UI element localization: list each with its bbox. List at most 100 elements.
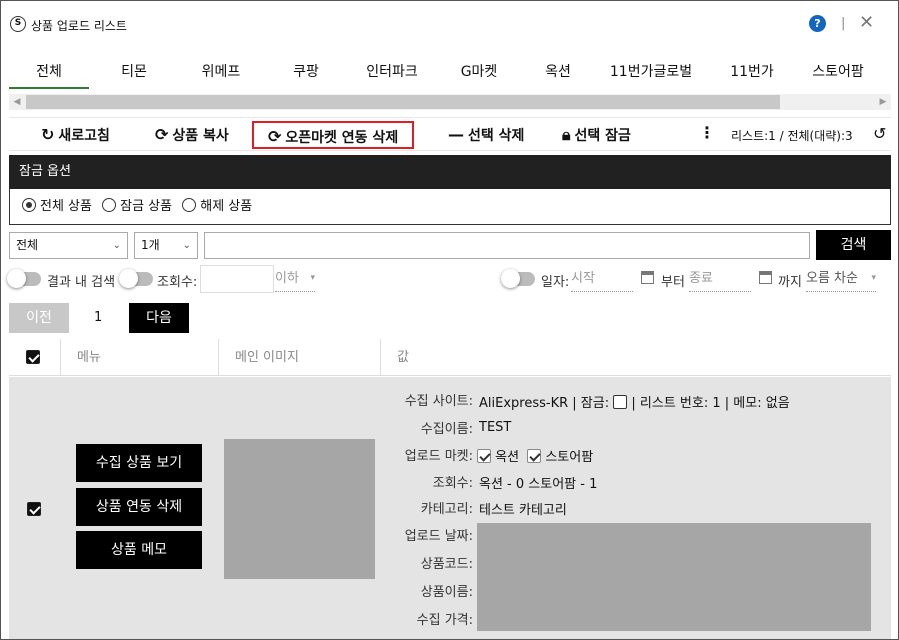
minus-icon: — [448, 125, 464, 144]
next-page-button[interactable]: 다음 [129, 303, 189, 333]
lock-options-group: 전체 상품 잠금 상품 해제 상품 [9, 189, 891, 225]
column-value: 값 [380, 339, 891, 376]
tab-interpark[interactable]: 인터파크 [349, 57, 435, 89]
market-storefarm: 스토어팜 [545, 450, 594, 465]
site-info: AliExpress-KR | 잠금: | 리스트 번호: 1 | 메모: 없음 [479, 392, 790, 411]
select-delete-button[interactable]: — 선택 삭제 [448, 121, 524, 149]
site-label: 수집 사이트: [404, 394, 473, 409]
start-date-input[interactable]: 시작 [571, 270, 633, 292]
chevron-down-icon: ⌄ [112, 240, 121, 251]
tab-all[interactable]: 전체 [9, 57, 89, 89]
table-header: 메뉴 메인 이미지 값 [9, 339, 891, 376]
table-row: 수집 상품 보기 상품 연동 삭제 상품 메모 수집 사이트: 수집이름: 업로… [9, 377, 891, 639]
tab-auction[interactable]: 옥션 [523, 57, 593, 89]
below-select[interactable]: 이하 ▾ [275, 270, 315, 292]
refresh-icon: ↻ [41, 125, 55, 144]
delete-product-link-button[interactable]: 상품 연동 삭제 [76, 488, 202, 526]
select-all-checkbox[interactable] [26, 350, 40, 366]
tab-storefarm[interactable]: 스토어팜 [795, 57, 881, 89]
radio-label: 해제 상품 [200, 199, 253, 214]
radio-selected-icon [22, 198, 36, 212]
scroll-left-icon[interactable]: ◀ [9, 94, 25, 110]
market-values: 옥션 스토어팜 [477, 446, 593, 465]
window-title: 상품 업로드 리스트 [31, 19, 127, 33]
market-label: 업로드 마켓: [404, 449, 473, 464]
detail-image [477, 523, 871, 631]
search-button[interactable]: 검색 [816, 230, 891, 260]
tab-coupang[interactable]: 쿠팡 [263, 57, 349, 89]
views-toggle[interactable] [119, 269, 153, 288]
category-select[interactable]: 전체 ⌄ [9, 232, 128, 259]
memo-value: 없음 [765, 396, 790, 411]
views-input[interactable] [200, 265, 274, 293]
radio-unlocked-products[interactable]: 해제 상품 [182, 198, 253, 214]
product-code-label: 상품코드: [420, 557, 473, 572]
help-icon[interactable]: ? [809, 15, 826, 32]
tab-wemakeprice[interactable]: 위메프 [179, 57, 263, 89]
prev-page-button[interactable]: 이전 [9, 303, 69, 333]
auction-checkbox[interactable] [477, 449, 491, 463]
radio-label: 잠금 상품 [120, 199, 173, 214]
app-window: S 상품 업로드 리스트 ? | ✕ 전체 티몬 위메프 쿠팡 인터파크 G마켓… [0, 0, 899, 640]
calendar-icon[interactable] [759, 271, 772, 284]
sort-select[interactable]: 오름 차순 ▾ [806, 270, 876, 292]
refresh-button[interactable]: ↻ 새로고침 [41, 121, 110, 149]
tab-tmon[interactable]: 티몬 [89, 57, 179, 89]
separator: | [631, 396, 640, 411]
current-page: 1 [94, 310, 103, 325]
radio-locked-products[interactable]: 잠금 상품 [102, 198, 173, 214]
market-tabs: 전체 티몬 위메프 쿠팡 인터파크 G마켓 옥션 11번가글로벌 11번가 스토… [9, 57, 891, 89]
radio-all-products[interactable]: 전체 상품 [22, 198, 92, 214]
copy-product-label: 상품 복사 [172, 128, 229, 144]
storefarm-checkbox[interactable] [527, 449, 542, 463]
end-date-input[interactable]: 종료 [689, 270, 751, 292]
title-bar: S 상품 업로드 리스트 ? | ✕ [1, 1, 898, 47]
category-select-value: 전체 [16, 238, 39, 252]
view-collected-product-button[interactable]: 수집 상품 보기 [76, 444, 202, 482]
tab-11st-global[interactable]: 11번가글로벌 [593, 57, 709, 89]
category-value: 테스트 카테고리 [479, 503, 567, 518]
below-label: 이하 [275, 271, 299, 286]
lock-icon: 🔒︎ [562, 125, 571, 144]
select-lock-button[interactable]: 🔒︎ 선택 잠금 [562, 121, 631, 149]
lock-checkbox[interactable] [613, 395, 628, 409]
market-auction: 옥션 [495, 450, 520, 465]
radio-icon [182, 198, 197, 212]
radio-label: 전체 상품 [40, 199, 92, 214]
openmarket-delete-label: 오픈마켓 연동 삭제 [285, 130, 399, 146]
checkbox-checked-icon [27, 502, 41, 516]
row-checkbox[interactable] [27, 502, 41, 518]
lock-options-header: 잠금 옵션 [9, 155, 891, 189]
list-number-label: 리스트 번호: [639, 396, 709, 411]
views-count-value: 옥션 - 0 스토어팜 - 1 [479, 477, 598, 492]
search-input[interactable] [204, 232, 810, 259]
from-label: 부터 [661, 275, 685, 290]
product-memo-button[interactable]: 상품 메모 [76, 531, 202, 569]
within-results-toggle[interactable] [7, 269, 41, 288]
close-icon[interactable]: ✕ [859, 12, 874, 33]
sync-icon: ⟳ [268, 127, 282, 146]
column-menu: 메뉴 [60, 339, 218, 376]
date-toggle[interactable] [501, 269, 535, 288]
tab-11st[interactable]: 11번가 [709, 57, 795, 89]
more-icon[interactable]: ⋮ [699, 123, 715, 142]
scroll-right-icon[interactable]: ▶ [875, 94, 891, 110]
scrollbar-thumb[interactable] [26, 95, 780, 109]
within-results-label: 결과 내 검색 [47, 275, 116, 290]
list-count: 리스트:1 / 전체(대략):3 [731, 129, 853, 143]
lock-label: 잠금: [580, 396, 610, 411]
site-value: AliExpress-KR [479, 396, 569, 411]
title-separator: | [841, 16, 846, 31]
reload-icon[interactable]: ↺ [873, 124, 886, 143]
tabs-scrollbar[interactable]: ◀ ▶ [9, 94, 891, 110]
tab-gmarket[interactable]: G마켓 [435, 57, 523, 89]
list-number-value: 1 [712, 396, 721, 411]
calendar-icon[interactable] [641, 271, 654, 284]
column-main-image: 메인 이미지 [218, 339, 380, 376]
copy-product-button[interactable]: ⟳ 상품 복사 [155, 121, 229, 149]
until-label: 까지 [778, 275, 802, 290]
openmarket-delete-button[interactable]: ⟳ 오픈마켓 연동 삭제 [252, 121, 415, 149]
refresh-label: 새로고침 [58, 128, 110, 144]
chevron-down-icon: ⌄ [182, 240, 191, 251]
count-select[interactable]: 1개 ⌄ [134, 232, 198, 259]
